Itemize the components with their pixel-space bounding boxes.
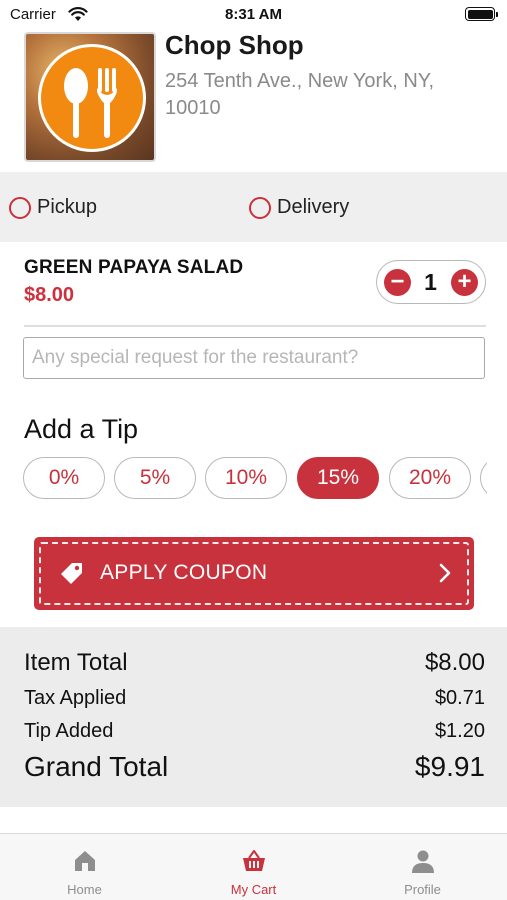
tab-home[interactable]: Home bbox=[0, 834, 169, 900]
item-total-value: $8.00 bbox=[424, 649, 485, 676]
tab-profile-label: Profile bbox=[404, 882, 441, 897]
tab-profile[interactable]: Profile bbox=[338, 834, 507, 900]
tip-options: 0% 5% 10% 15% 20% bbox=[0, 457, 487, 501]
delivery-label: Delivery bbox=[277, 196, 350, 218]
tip-option-more[interactable] bbox=[480, 457, 487, 499]
restaurant-address: 254 Tenth Ave., New York, NY, 10010 bbox=[165, 70, 435, 119]
item-price: $8.00 bbox=[24, 284, 75, 306]
tip-label: Tip Added bbox=[24, 720, 114, 742]
tip-row: Tip Added $1.20 bbox=[24, 720, 485, 743]
tip-option-5[interactable]: 5% bbox=[114, 457, 196, 499]
special-request-input[interactable] bbox=[23, 337, 485, 379]
tip-option-20[interactable]: 20% bbox=[389, 457, 471, 499]
clock: 8:31 AM bbox=[225, 6, 282, 23]
restaurant-logo bbox=[24, 32, 156, 162]
pickup-label: Pickup bbox=[37, 196, 98, 218]
item-total-row: Item Total $8.00 bbox=[24, 649, 485, 677]
apply-coupon-label: APPLY COUPON bbox=[100, 561, 268, 584]
tax-label: Tax Applied bbox=[24, 687, 127, 709]
delivery-option[interactable]: Delivery bbox=[249, 196, 349, 219]
grand-total-value: $9.91 bbox=[414, 751, 485, 782]
tab-my-cart-label: My Cart bbox=[230, 882, 277, 897]
spoon-fork-icon bbox=[64, 68, 117, 138]
tax-value: $0.71 bbox=[434, 687, 485, 709]
quantity-stepper: − 1 + bbox=[376, 260, 486, 304]
battery-icon bbox=[465, 7, 498, 21]
order-type-selector: Pickup Delivery bbox=[0, 172, 507, 242]
tip-heading: Add a Tip bbox=[24, 414, 139, 444]
tab-home-label: Home bbox=[67, 882, 102, 897]
tip-value: $1.20 bbox=[434, 720, 485, 742]
home-icon bbox=[75, 851, 95, 871]
tip-option-0[interactable]: 0% bbox=[23, 457, 105, 499]
tab-bar: Home My Cart Profile bbox=[0, 833, 507, 900]
tab-my-cart[interactable]: My Cart bbox=[169, 834, 338, 900]
grand-total-label: Grand Total bbox=[24, 751, 169, 782]
item-total-label: Item Total bbox=[24, 649, 128, 676]
pickup-option[interactable]: Pickup bbox=[9, 196, 97, 219]
tip-option-10[interactable]: 10% bbox=[205, 457, 287, 499]
item-name: GREEN PAPAYA SALAD bbox=[24, 257, 244, 278]
apply-coupon-button[interactable]: APPLY COUPON bbox=[34, 537, 474, 610]
increase-quantity-button[interactable]: + bbox=[451, 269, 478, 296]
status-bar: Carrier 8:31 AM bbox=[0, 0, 507, 30]
restaurant-header: Chop Shop 254 Tenth Ave., New York, NY, … bbox=[0, 30, 507, 172]
tip-option-15[interactable]: 15% bbox=[297, 457, 379, 499]
tag-icon bbox=[61, 563, 82, 584]
person-icon bbox=[412, 850, 434, 873]
chevron-right-icon bbox=[439, 563, 451, 583]
tax-row: Tax Applied $0.71 bbox=[24, 687, 485, 710]
basket-icon bbox=[243, 850, 265, 871]
pickup-radio[interactable] bbox=[9, 196, 31, 219]
restaurant-name: Chop Shop bbox=[165, 30, 304, 60]
delivery-radio[interactable] bbox=[249, 196, 271, 219]
order-summary: Item Total $8.00 Tax Applied $0.71 Tip A… bbox=[0, 627, 507, 807]
divider bbox=[24, 325, 486, 327]
grand-total-row: Grand Total $9.91 bbox=[24, 751, 485, 783]
